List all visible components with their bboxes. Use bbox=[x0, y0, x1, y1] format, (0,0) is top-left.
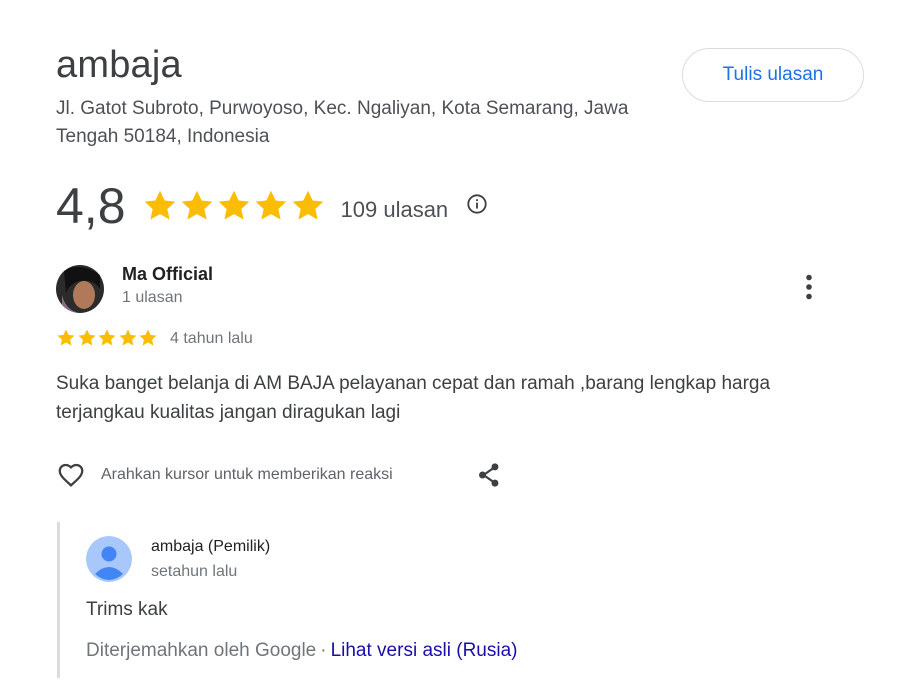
rating-value: 4,8 bbox=[56, 178, 126, 234]
owner-name: ambaja (Pemilik) bbox=[151, 538, 271, 555]
owner-reply-date: setahun lalu bbox=[151, 563, 238, 580]
heart-icon[interactable] bbox=[56, 460, 86, 490]
star-icon bbox=[218, 190, 249, 220]
translated-by-label: Diterjemahkan oleh Google bbox=[86, 640, 317, 661]
view-original-link[interactable]: Lihat versi asli (Rusia) bbox=[331, 640, 518, 661]
star-icon bbox=[119, 329, 136, 346]
separator-dot: · bbox=[320, 640, 327, 661]
share-icon[interactable] bbox=[476, 461, 502, 489]
review-date: 4 tahun lalu bbox=[170, 330, 253, 347]
place-address: Jl. Gatot Subroto, Purwoyoso, Kec. Ngali… bbox=[56, 98, 629, 147]
reviewer-avatar[interactable] bbox=[56, 265, 104, 313]
star-icon bbox=[255, 190, 286, 220]
place-title: ambaja bbox=[56, 44, 182, 86]
star-icon bbox=[139, 329, 157, 346]
reviewer-review-count: 1 ulasan bbox=[122, 289, 183, 306]
star-icon bbox=[78, 329, 95, 346]
more-vert-icon[interactable] bbox=[796, 271, 822, 303]
review-count[interactable]: 109 ulasan bbox=[341, 197, 449, 223]
owner-avatar bbox=[86, 536, 132, 582]
reviewer-name[interactable]: Ma Official bbox=[122, 264, 213, 285]
star-icon bbox=[98, 329, 116, 346]
rating-stars bbox=[142, 188, 327, 224]
reaction-row: Arahkan kursor untuk memberikan reaksi bbox=[56, 460, 393, 490]
star-icon bbox=[144, 190, 175, 220]
avatar-photo bbox=[56, 265, 104, 313]
star-icon bbox=[57, 329, 75, 346]
default-avatar-icon bbox=[86, 536, 132, 582]
owner-reply-text: Trims kak bbox=[86, 599, 168, 620]
translation-note: Diterjemahkan oleh Google · Lihat versi as… bbox=[86, 640, 517, 662]
reaction-hint: Arahkan kursor untuk memberikan reaksi bbox=[101, 466, 393, 483]
owner-reply: ambaja (Pemilik) setahun lalu Trims kak … bbox=[57, 522, 817, 678]
info-icon[interactable] bbox=[466, 193, 488, 215]
review-stars bbox=[56, 328, 159, 348]
star-icon bbox=[292, 190, 323, 220]
write-review-button[interactable]: Tulis ulasan bbox=[682, 48, 864, 102]
star-icon bbox=[181, 190, 212, 220]
review-text: Suka banget belanja di AM BAJA pelayanan… bbox=[56, 373, 771, 423]
overall-rating: 4,8 109 ulasan bbox=[56, 178, 488, 234]
